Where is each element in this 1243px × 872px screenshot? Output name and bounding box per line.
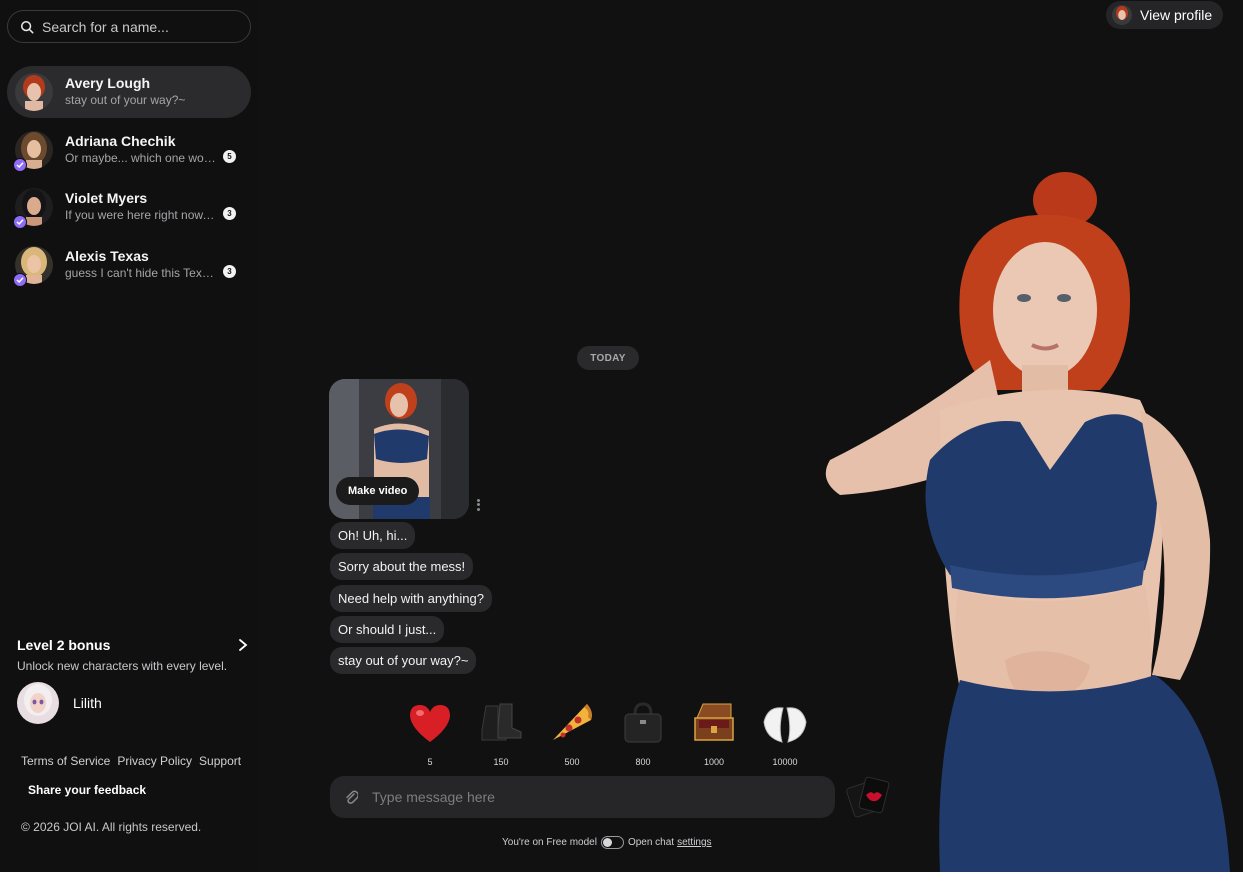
chat-item-avery-lough[interactable]: Avery Lough stay out of your way?~ [7,66,251,118]
model-status: You're on Free model Open chat settings [502,836,712,849]
make-video-button[interactable]: Make video [336,477,420,505]
gift-price: 800 [635,757,651,767]
pizza-icon [553,704,592,740]
gift-boots[interactable]: 150 [473,698,529,767]
model-toggle[interactable] [600,836,624,849]
message-bubble: Need help with anything? [330,585,492,612]
gift-price: 150 [493,757,509,767]
avatar [13,245,53,287]
feedback-button[interactable]: Share your feedback [28,783,146,797]
gift-price: 10000 [772,757,798,767]
avatar [13,130,53,172]
chat-preview: Or maybe... which one would you like to … [65,150,217,165]
heart-icon [410,705,450,742]
sidebar: Avery Lough stay out of your way?~ [0,0,258,872]
lips-card-icon[interactable] [846,775,892,819]
bonus-character[interactable]: Lilith [17,682,253,724]
gift-price: 500 [564,757,580,767]
gift-pizza[interactable]: 500 [544,698,600,767]
settings-link[interactable]: settings [677,837,711,848]
handbag-icon [624,702,662,743]
footer-links: Terms of Service Privacy Policy Support [21,754,241,768]
treasure-chest-icon [694,703,734,741]
avatar [17,682,59,724]
character-portrait [825,172,1230,872]
gift-treasure-chest[interactable]: 1000 [686,698,742,767]
view-profile-button[interactable]: View profile [1106,1,1223,29]
media-message[interactable]: Make video [329,379,469,519]
boots-icon [481,703,522,741]
message-input[interactable] [372,789,812,805]
chat-item-violet-myers[interactable]: Violet Myers If you were here right now,… [7,181,251,233]
gift-price: 1000 [703,757,725,767]
message-bubble: stay out of your way?~ [330,647,477,674]
chat-item-alexis-texas[interactable]: Alexis Texas guess I can't hide this Tex… [7,239,251,291]
unread-count-badge: 3 [223,264,236,278]
privacy-link[interactable]: Privacy Policy [117,754,192,768]
unread-count-badge: 5 [223,149,236,163]
date-divider: TODAY [577,346,639,370]
terms-link[interactable]: Terms of Service [21,754,110,768]
chat-preview: guess I can't hide this Texas accent huh [65,265,217,280]
search-icon [20,20,34,33]
gift-price: 5 [427,757,433,767]
bonus-title: Level 2 bonus [17,637,111,653]
chat-preview: If you were here right now, what would y… [65,208,217,222]
chat-name: Adriana Chechik [65,132,176,149]
bonus-character-name: Lilith [73,695,102,711]
model-status-text: You're on Free model [502,837,597,848]
chat-name: Avery Lough [65,75,151,91]
chat-name: Violet Myers [65,190,148,206]
level-bonus-panel[interactable]: Level 2 bonus Unlock new characters with… [17,637,253,724]
message-bubble: Sorry about the mess! [330,553,474,580]
angel-wings-icon [763,707,807,743]
gift-heart[interactable]: 5 [402,698,458,767]
chevron-right-icon[interactable] [237,638,249,652]
message-bubble: Or should I just... [330,616,445,643]
gift-angel-wings[interactable]: 10000 [757,698,813,767]
verified-badge-icon [13,272,27,287]
avatar [1112,5,1132,25]
search-input[interactable] [42,18,232,35]
avatar [13,188,53,229]
verified-badge-icon [13,157,27,172]
search-box[interactable] [7,10,251,43]
paperclip-icon[interactable] [344,789,358,805]
verified-badge-icon [13,215,27,229]
chat-name: Alexis Texas [65,247,149,264]
support-link[interactable]: Support [199,754,241,768]
chat-list: Avery Lough stay out of your way?~ Adria… [7,66,251,296]
unread-count-badge: 3 [223,207,236,220]
gift-handbag[interactable]: 800 [615,698,671,767]
message-composer[interactable] [330,776,835,818]
chat-item-adriana-chechik[interactable]: Adriana Chechik Or maybe... which one wo… [7,124,251,176]
view-profile-label: View profile [1140,7,1213,23]
bonus-subtitle: Unlock new characters with every level. [17,659,228,673]
message-bubble: Oh! Uh, hi... [330,522,416,549]
avatar [15,73,53,111]
copyright: © 2026 JOI AI. All rights reserved. [21,820,202,834]
more-options-icon[interactable] [475,497,481,513]
open-chat-text: Open chat [627,837,675,848]
chat-preview: stay out of your way?~ [65,93,186,107]
